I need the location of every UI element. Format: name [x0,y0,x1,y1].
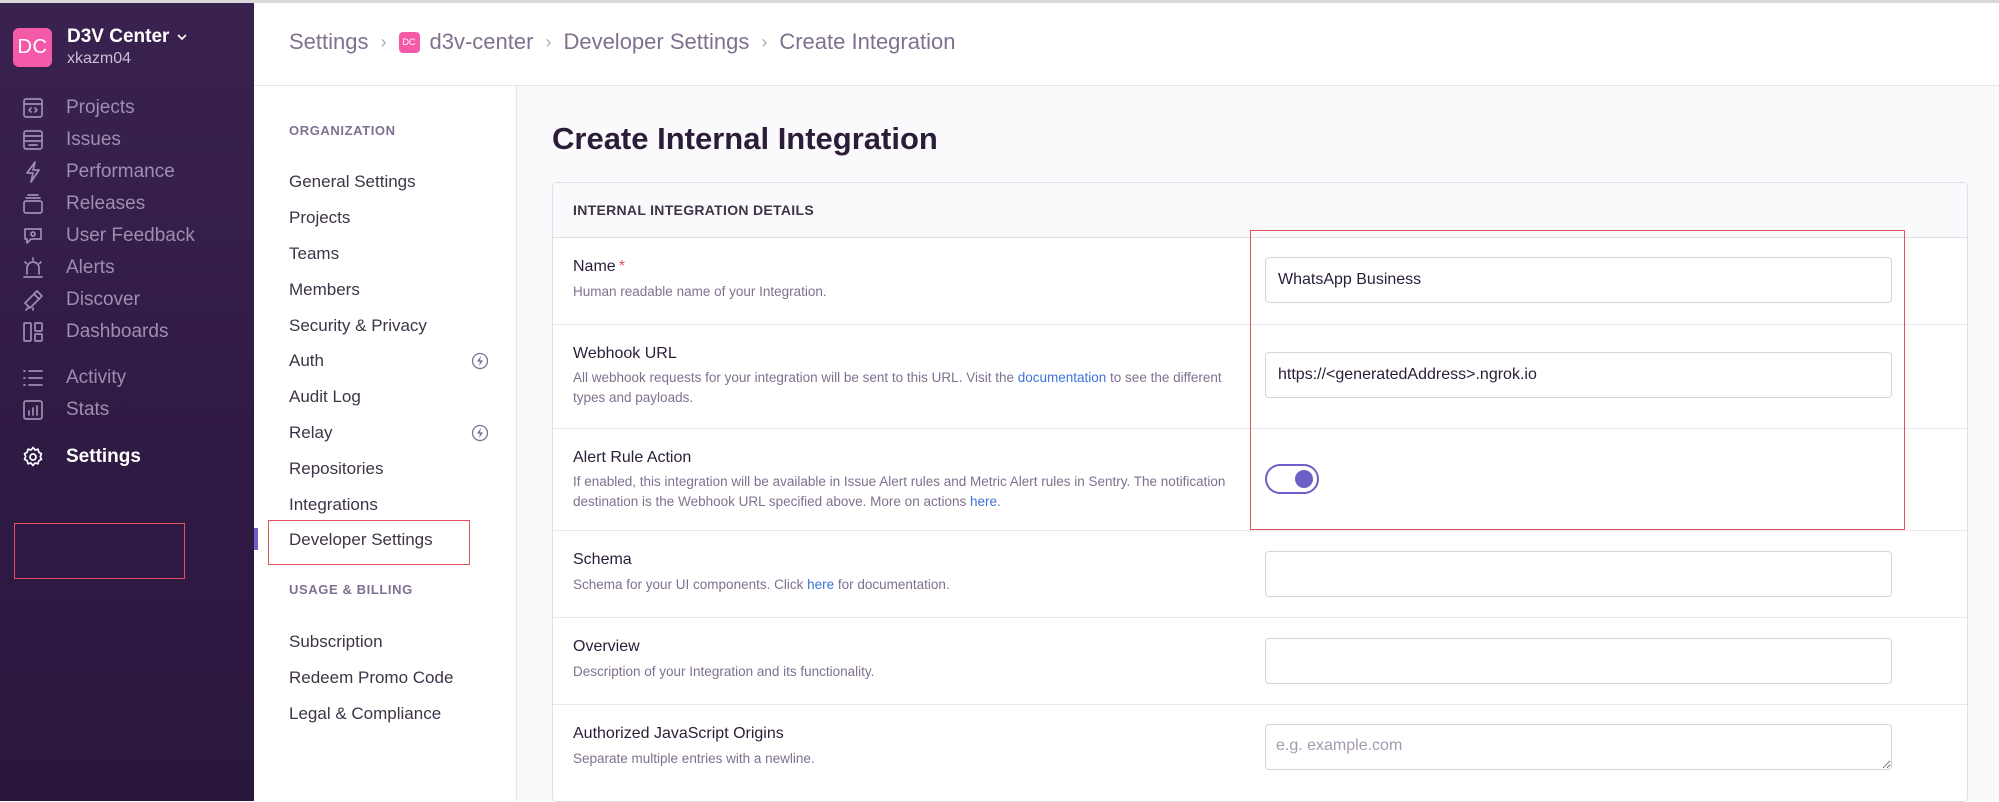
releases-icon [20,191,46,217]
schema-here-link[interactable]: here [807,577,834,592]
origins-help: Separate multiple entries with a newline… [573,751,815,766]
breadcrumb-developer-settings[interactable]: Developer Settings [563,29,749,55]
alert-rule-help: If enabled, this integration will be ava… [573,474,1226,509]
schema-help: Schema for your UI components. Click her… [573,577,950,592]
projects-icon [20,95,46,121]
settings-item-general[interactable]: General Settings [289,172,489,192]
field-row-name: Name * Human readable name of your Integr… [553,238,1967,325]
user-feedback-icon [20,223,46,249]
integration-details-panel: INTERNAL INTEGRATION DETAILS Name * Human… [552,182,1968,802]
page-header: Settings › DC d3v-center › Developer Set… [254,3,1999,86]
settings-item-projects[interactable]: Projects [289,208,489,228]
field-row-alert-rule: Alert Rule Action If enabled, this integ… [553,429,1967,531]
settings-item-redeem-promo[interactable]: Redeem Promo Code [289,668,489,688]
webhook-url-input[interactable] [1265,352,1892,398]
nav-item-stats[interactable]: Stats [0,390,254,430]
documentation-link[interactable]: documentation [1018,370,1107,385]
alert-rule-toggle[interactable] [1265,464,1319,494]
main-content: Create Internal Integration INTERNAL INT… [517,86,1999,802]
chevron-right-icon: › [761,31,768,52]
field-row-origins: Authorized JavaScript Origins Separate m… [553,705,1967,801]
breadcrumb: Settings › DC d3v-center › Developer Set… [289,29,955,55]
actions-here-link[interactable]: here [970,494,997,509]
name-input[interactable] [1265,257,1892,303]
schema-label: Schema [573,551,632,568]
discover-icon [20,287,46,313]
required-mark: * [618,258,625,275]
field-row-overview: Overview Description of your Integration… [553,618,1967,705]
alert-rule-label: Alert Rule Action [573,449,692,466]
settings-item-subscription[interactable]: Subscription [289,632,489,652]
settings-item-integrations[interactable]: Integrations [289,495,489,515]
activity-icon [20,365,46,391]
field-row-webhook: Webhook URL All webhook requests for you… [553,325,1967,429]
name-help: Human readable name of your Integration. [573,284,827,299]
chevron-down-icon [177,34,187,41]
dashboards-icon [20,319,46,345]
settings-icon [20,444,46,470]
overview-input[interactable] [1265,638,1892,684]
chevron-right-icon: › [380,31,387,52]
settings-item-repositories[interactable]: Repositories [289,459,489,479]
breadcrumb-org[interactable]: d3v-center [430,29,534,55]
primary-sidebar: DC D3V Center xkazm04 Projects Issues Pe… [0,3,254,801]
schema-input[interactable] [1265,551,1892,597]
performance-icon [20,159,46,185]
top-border [0,0,1999,3]
panel-title: INTERNAL INTEGRATION DETAILS [553,183,1967,238]
alerts-icon [20,255,46,281]
settings-item-developer-settings[interactable]: Developer Settings [289,530,489,550]
settings-item-legal-compliance[interactable]: Legal & Compliance [289,704,489,724]
field-row-schema: Schema Schema for your UI components. Cl… [553,531,1967,618]
toggle-knob [1295,470,1313,488]
settings-item-members[interactable]: Members [289,280,489,300]
org-mini-avatar: DC [398,31,420,53]
org-avatar: DC [13,27,52,67]
org-switcher[interactable]: DC D3V Center xkazm04 [13,26,187,67]
org-name: D3V Center [67,26,170,47]
org-username: xkazm04 [67,49,132,67]
active-indicator [254,528,258,550]
page-title: Create Internal Integration [552,121,938,156]
settings-item-auth[interactable]: Auth [289,351,489,371]
breadcrumb-current: Create Integration [779,29,956,54]
section-title-usage-billing: USAGE & BILLING [289,582,413,597]
breadcrumb-settings[interactable]: Settings [289,29,369,55]
section-title-organization: ORGANIZATION [289,123,396,138]
origins-label: Authorized JavaScript Origins [573,725,784,742]
overview-label: Overview [573,638,640,655]
nav-item-settings[interactable]: Settings [0,437,254,477]
settings-item-audit-log[interactable]: Audit Log [289,387,489,407]
overview-help: Description of your Integration and its … [573,664,875,679]
lightning-icon [471,424,489,442]
lightning-icon [471,352,489,370]
webhook-help: All webhook requests for your integratio… [573,370,1222,405]
settings-item-relay[interactable]: Relay [289,423,489,443]
webhook-label: Webhook URL [573,345,677,362]
settings-item-teams[interactable]: Teams [289,244,489,264]
settings-item-security-privacy[interactable]: Security & Privacy [289,316,489,336]
issues-icon [20,127,46,153]
chevron-right-icon: › [545,31,552,52]
origins-textarea[interactable] [1265,724,1892,770]
name-label: Name [573,258,616,275]
stats-icon [20,397,46,423]
nav-item-dashboards[interactable]: Dashboards [0,312,254,352]
settings-sidebar: ORGANIZATION General Settings Projects T… [254,86,517,801]
